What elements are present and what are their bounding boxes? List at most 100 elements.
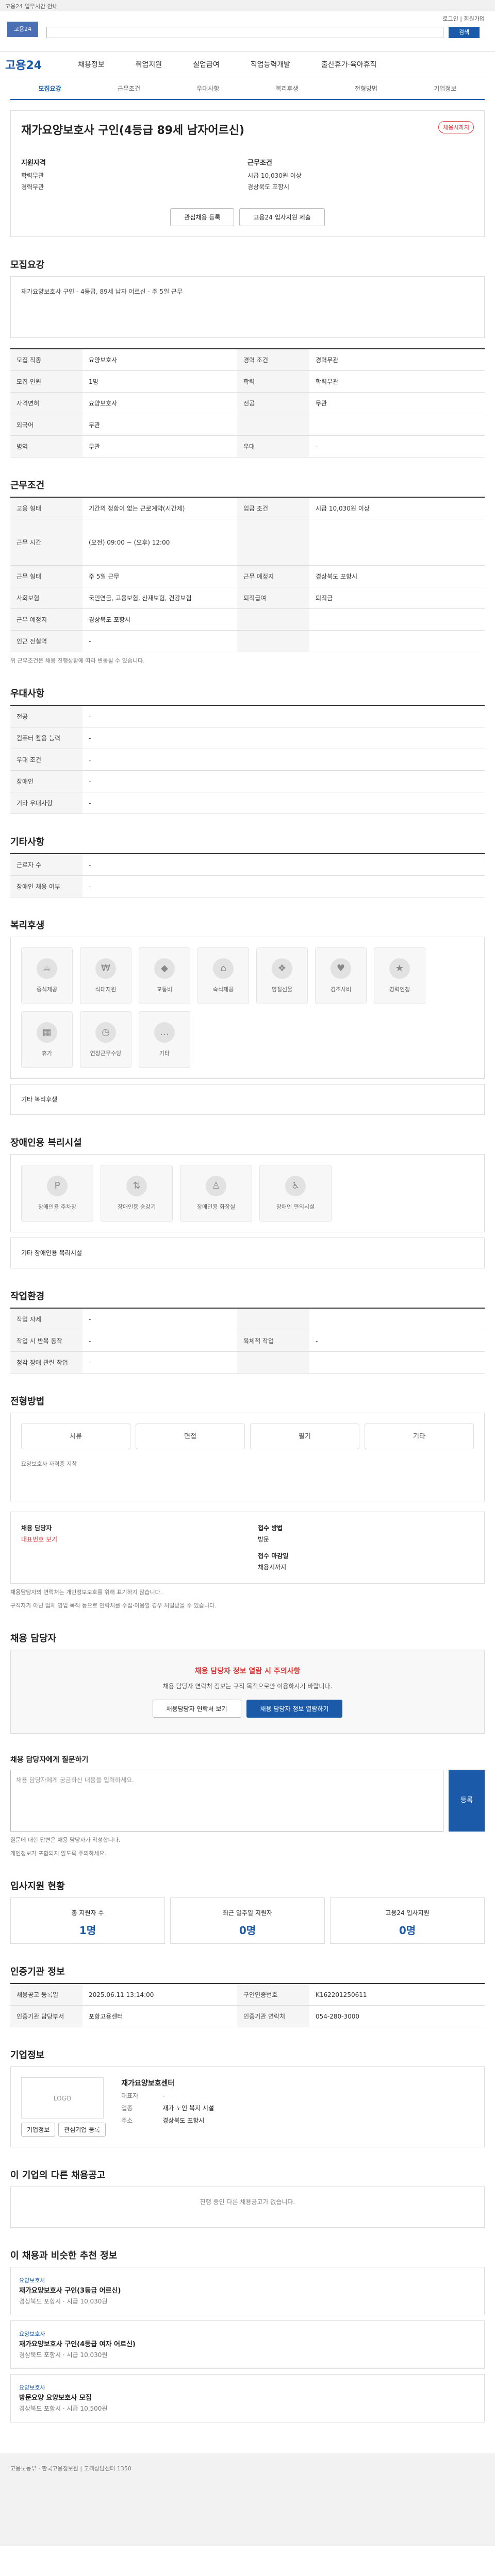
apply-button[interactable]: 고용24 입사지원 제출	[239, 208, 325, 226]
table-row: 인증기관 담당부서 포항고용센터 인증기관 연락처 054-280-3000	[10, 2005, 485, 2027]
search-button[interactable]: 검색	[449, 27, 480, 38]
gnb-brand[interactable]: 고용24	[5, 56, 42, 73]
welfare-heading: 복리후생	[10, 920, 45, 931]
job-title: 재가요양보호사 구인(4등급 89세 남자어르신)	[21, 124, 245, 137]
row-key: 학력	[237, 370, 309, 393]
cond-region: 경상북도 포항시	[248, 183, 290, 191]
row-value: -	[82, 792, 485, 814]
disability-item: P 장애인용 주차장	[21, 1165, 93, 1222]
alert-text: 채용 담당자 연락처 정보는 구직 목적으로만 이용하시기 바랍니다.	[162, 1683, 333, 1690]
welfare-label: 명절선물	[271, 986, 293, 993]
stat-card: 총 지원자 수 1명	[10, 1897, 165, 1944]
inquiry-note: 개인정보가 포함되지 않도록 주의하세요.	[10, 1850, 107, 1857]
row-key: 고용 형태	[10, 497, 82, 519]
row-key	[237, 414, 309, 436]
table-row: 병역 무관 우대 -	[10, 435, 485, 457]
badge-icon: ★	[389, 958, 410, 979]
workcond-section: 근무조건 고용 형태 기간의 정함이 없는 근로계약(시간제) 임금 조건 시급 10…	[10, 478, 485, 666]
gnb-item[interactable]: 실업급여	[193, 59, 220, 70]
table-row: 자격면허 요양보호사 전공 무관	[10, 392, 485, 414]
stat-label: 고용24 입사지원	[385, 1909, 430, 1917]
inquiry-section: 채용 담당자에게 질문하기 채용 담당자에게 궁금하신 내용을 입력하세요. 등…	[10, 1754, 485, 1858]
row-key: 근무 예정지	[237, 565, 309, 587]
tab-process[interactable]: 전형방법	[326, 84, 405, 93]
welfare-note: 기타 복리후생	[10, 1084, 485, 1115]
row-value: 국민연금, 고용보험, 산재보험, 건강보험	[82, 587, 237, 609]
item-title[interactable]: 재가요양보호사 구인(3등급 어르신)	[19, 2286, 476, 2296]
welfare-item: ▦ 휴가	[21, 1011, 73, 1068]
row-value: -	[82, 1330, 237, 1352]
search-input[interactable]	[46, 27, 443, 38]
row-key: 근무 시간	[10, 519, 82, 566]
etc-heading: 기타사항	[10, 837, 45, 848]
row-key: 구인인증번호	[237, 1984, 309, 2006]
company-follow-button[interactable]: 관심기업 등록	[58, 2123, 106, 2137]
contact-manager: 채용 담당자	[21, 1524, 52, 1532]
welfare-label: 숙식제공	[212, 986, 234, 993]
welfare-label: 교통비	[156, 986, 173, 993]
row-value: 요양보호사	[82, 392, 237, 414]
info-heading: 인증기관 정보	[10, 1967, 65, 1977]
tab-pref[interactable]: 우대사항	[169, 84, 248, 93]
row-key: 모집 인원	[10, 370, 82, 393]
row-value: 2025.06.11 13:14:00	[82, 1984, 237, 2006]
workenv-heading: 작업환경	[10, 1291, 45, 1302]
table-row: 우대 조건 -	[10, 749, 485, 771]
cond-wage: 시급 10,030원 이상	[248, 172, 302, 179]
disability-note: 기타 장애인용 복리시설	[10, 1238, 485, 1268]
tab-recruit[interactable]: 모집요강	[10, 84, 89, 93]
row-key: 우대 조건	[10, 749, 82, 771]
row-value: 시급 10,030원 이상	[309, 497, 485, 519]
row-key: 퇴직급여	[237, 587, 309, 609]
welfare-label: 식대지원	[95, 986, 117, 993]
row-value	[309, 608, 485, 631]
related-heading: 이 기업의 다른 채용공고	[10, 2170, 106, 2181]
welfare-item: ♥ 경조사비	[315, 947, 367, 1004]
tab-workcond[interactable]: 근무조건	[89, 84, 168, 93]
welfare-section: 복리후생 ☕ 중식제공 ₩ 식대지원 ◆ 교통비 ⌂ 숙식제공 ❖ 명절선물 ♥ 경조사비 …	[10, 918, 485, 1115]
process-option: 면접	[136, 1423, 245, 1449]
row-value: -	[82, 705, 485, 727]
welfare-item: ★ 경력인정	[374, 947, 425, 1004]
tab-welfare[interactable]: 복리후생	[248, 84, 326, 93]
facility-icon: ♿	[285, 1176, 306, 1196]
parking-icon: P	[47, 1176, 68, 1196]
welfare-label: 기타	[159, 1050, 170, 1057]
period-label: 접수 마감일	[258, 1552, 289, 1560]
view-contact-button[interactable]: 채용담당자 연락처 보기	[152, 1700, 241, 1718]
item-title[interactable]: 방문요양 요양보호사 모집	[19, 2393, 476, 2403]
table-row: 인근 전철역 -	[10, 630, 485, 652]
list-item[interactable]: 요양보호사 재가요양보호사 구인(4등급 여자 어르신) 경상북도 포항시 · …	[10, 2320, 485, 2369]
util-links[interactable]: 로그인 | 회원가입	[442, 14, 485, 23]
company-info-button[interactable]: 기업정보	[21, 2123, 56, 2137]
gnb-item[interactable]: 채용정보	[78, 59, 105, 70]
contact-phone[interactable]: 대표번호 보기	[21, 1534, 237, 1545]
workenv-table: 작업 자세 - 작업 시 반복 동작 - 육체적 작업 - 청각 장애 관련 작업 -	[10, 1308, 485, 1374]
welfare-label: 경조사비	[330, 986, 352, 993]
inquiry-send-button[interactable]: 등록	[449, 1770, 485, 1832]
row-value: 경상북도 포항시	[82, 608, 237, 631]
list-item[interactable]: 요양보호사 방문요양 요양보호사 모집 경상북도 포항시 · 시급 10,500…	[10, 2374, 485, 2422]
recruit-heading: 모집요강	[10, 260, 45, 270]
gnb-item[interactable]: 출산휴가·육아휴직	[321, 59, 377, 70]
calendar-icon: ▦	[37, 1022, 57, 1043]
pref-heading: 우대사항	[10, 688, 45, 699]
item-title[interactable]: 재가요양보호사 구인(4등급 여자 어르신)	[19, 2340, 476, 2350]
row-key: 임금 조건	[237, 497, 309, 519]
row-key	[237, 608, 309, 631]
row-value: -	[82, 1351, 237, 1374]
gnb-item[interactable]: 취업지원	[136, 59, 162, 70]
tab-company[interactable]: 기업정보	[406, 84, 485, 93]
interest-button[interactable]: 관심채용 등록	[170, 208, 235, 226]
open-contact-button[interactable]: 채용 담당자 정보 열람하기	[246, 1700, 343, 1718]
site-logo[interactable]: 고용24	[7, 22, 38, 37]
gnb-item[interactable]: 직업능력개발	[251, 59, 290, 70]
section-tabs: 모집요강 근무조건 우대사항 복리후생 전형방법 기업정보	[10, 77, 485, 100]
list-item[interactable]: 요양보호사 재가요양보호사 구인(3등급 어르신) 경상북도 포항시 · 시급 …	[10, 2267, 485, 2315]
welfare-label: 연장근무수당	[90, 1050, 122, 1057]
recommend-section: 이 채용과 비슷한 추천 정보 요양보호사 재가요양보호사 구인(3등급 어르신…	[10, 2248, 485, 2422]
contact-note: 채용담당자의 연락처는 개인정보보호를 위해 표기하지 않습니다.	[10, 1589, 162, 1596]
inquiry-textarea[interactable]: 채용 담당자에게 궁금하신 내용을 입력하세요.	[10, 1770, 443, 1832]
more-icon: …	[154, 1022, 175, 1043]
disability-label: 장애인용 화장실	[196, 1204, 236, 1210]
